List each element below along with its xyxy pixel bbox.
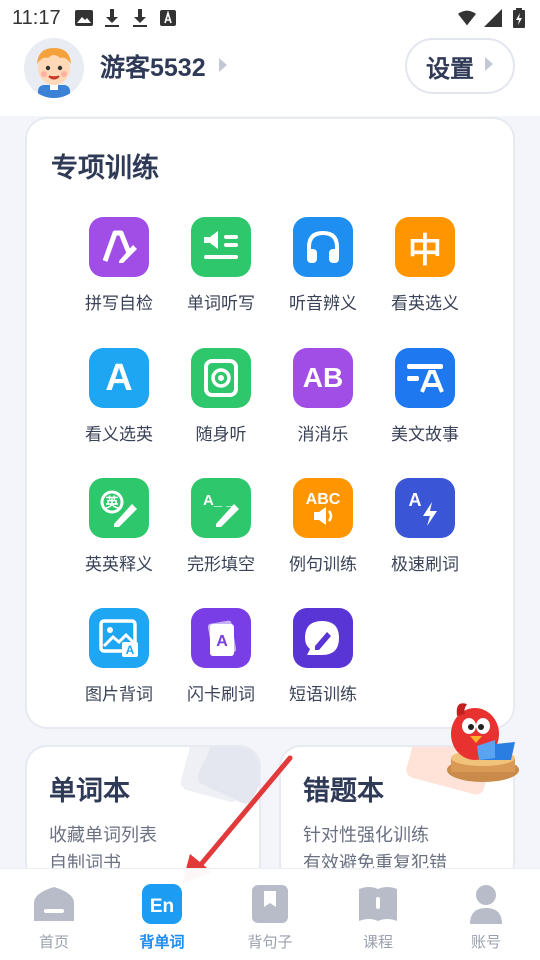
nav-label: 首页	[38, 933, 69, 951]
nav-label: 课程	[362, 933, 393, 951]
wordbook-card[interactable]: 单词本 收藏单词列表 自制词书	[25, 745, 261, 885]
wordbook-title: 单词本	[49, 776, 130, 807]
bolt-letter: A	[409, 490, 422, 510]
tile-cloze[interactable]: A_ _ 完形填空	[170, 478, 272, 575]
story-icon	[395, 348, 455, 408]
tile-label: 听音辨义	[289, 294, 357, 314]
status-time: 11:17	[12, 6, 61, 29]
mistakes-desc-1: 针对性强化训练	[303, 825, 429, 846]
tile-label: 消消乐	[297, 425, 349, 445]
download-icon	[103, 9, 121, 27]
tile-match-game[interactable]: AB 消消乐	[272, 348, 374, 445]
letter-a-text: A	[105, 356, 133, 399]
book-icon	[357, 883, 399, 925]
bottom-nav: 首页 En 背单词 背句子 课程 账号	[0, 868, 540, 960]
tile-meaning-to-english[interactable]: A 看义选英	[68, 348, 170, 445]
download-icon	[131, 9, 149, 27]
system-icons	[458, 8, 528, 28]
speaker-icon	[191, 348, 251, 408]
tile-label: 看义选英	[85, 425, 153, 445]
caret-right-icon[interactable]	[218, 57, 228, 77]
user-icon	[465, 883, 507, 925]
lightning-icon: A	[395, 478, 455, 538]
en-text: En	[150, 896, 174, 917]
settings-button[interactable]: 设置	[405, 38, 515, 94]
tile-label: 图片背词	[85, 685, 153, 705]
headphones-icon	[293, 217, 353, 277]
nav-label: 背单词	[139, 933, 185, 951]
picture-letter: A	[126, 643, 135, 657]
cartoon-boy-avatar-icon	[24, 38, 84, 98]
avatar[interactable]	[24, 38, 84, 98]
cloze-text: A_ _	[203, 492, 235, 509]
training-grid: 拼写自检 单词听写 听音辨义 中 看英选义 A 看义选英 随身听 AB 消消乐 …	[27, 119, 513, 727]
abc-sound-icon: ABC	[293, 478, 353, 538]
font-icon	[159, 9, 177, 27]
nav-home[interactable]: 首页	[9, 869, 99, 960]
notification-icons	[74, 9, 177, 27]
special-training-card: 专项训练 拼写自检 单词听写 听音辨义 中 看英选义 A 看义选英 随身听 AB…	[25, 117, 515, 729]
letter-a-icon: A	[89, 348, 149, 408]
flashcard-icon: A	[191, 608, 251, 668]
nav-label: 账号	[470, 933, 501, 951]
chinese-char-icon: 中	[395, 217, 455, 277]
tile-flashcards[interactable]: A 闪卡刷词	[170, 608, 272, 705]
nav-words[interactable]: En 背单词	[117, 869, 207, 960]
tile-portable-listen[interactable]: 随身听	[170, 348, 272, 445]
nav-sentences[interactable]: 背句子	[225, 869, 315, 960]
tile-phrase-training[interactable]: 短语训练	[272, 608, 374, 705]
nav-account[interactable]: 账号	[441, 869, 531, 960]
home-icon	[33, 883, 75, 925]
ab-icon: AB	[293, 348, 353, 408]
tile-sentence-training[interactable]: ABC 例句训练	[272, 478, 374, 575]
tile-label: 拼写自检	[85, 294, 153, 314]
tile-label: 英英释义	[85, 555, 153, 575]
tile-label: 完形填空	[187, 555, 255, 575]
image-icon	[74, 9, 93, 27]
abc-text: ABC	[306, 491, 341, 508]
tile-label: 例句训练	[289, 555, 357, 575]
spelling-pen-icon	[89, 217, 149, 277]
dictation-icon	[191, 217, 251, 277]
tile-picture-words[interactable]: A 图片背词	[68, 608, 170, 705]
status-bar: 11:17	[0, 0, 540, 36]
wordbook-desc-1: 收藏单词列表	[49, 825, 157, 846]
nav-courses[interactable]: 课程	[333, 869, 423, 960]
nav-label: 背句子	[247, 933, 293, 951]
tile-label: 美文故事	[391, 425, 459, 445]
tile-label: 随身听	[195, 425, 247, 445]
en-icon: En	[141, 883, 183, 925]
ying-char: 英	[104, 495, 119, 511]
tile-label: 看英选义	[391, 294, 459, 314]
chat-edit-icon	[293, 608, 353, 668]
flashcard-letter: A	[216, 633, 228, 650]
tile-english-to-meaning[interactable]: 中 看英选义	[374, 217, 476, 314]
battery-charging-icon	[510, 8, 528, 28]
tile-speed-words[interactable]: A 极速刷词	[374, 478, 476, 575]
username[interactable]: 游客5532	[100, 48, 206, 84]
signal-icon	[484, 9, 502, 27]
tile-word-dictation[interactable]: 单词听写	[170, 217, 272, 314]
wifi-icon	[458, 9, 476, 27]
tile-label: 单词听写	[187, 294, 255, 314]
decorative-cards-shape	[180, 747, 259, 804]
bookmark-icon	[249, 883, 291, 925]
english-edit-icon: 英	[89, 478, 149, 538]
tile-stories[interactable]: 美文故事	[374, 348, 476, 445]
tile-listen-meaning[interactable]: 听音辨义	[272, 217, 374, 314]
picture-icon: A	[89, 608, 149, 668]
ab-text: AB	[302, 362, 344, 393]
tile-label: 短语训练	[289, 685, 357, 705]
mascot	[437, 696, 525, 786]
settings-label: 设置	[426, 54, 474, 83]
cloze-icon: A_ _	[191, 478, 251, 538]
tile-spelling-check[interactable]: 拼写自检	[68, 217, 170, 314]
caret-right-icon	[484, 56, 494, 76]
red-bird-reading-icon	[447, 703, 519, 782]
tile-label: 极速刷词	[391, 555, 459, 575]
tile-english-definition[interactable]: 英 英英释义	[68, 478, 170, 575]
mistakes-title: 错题本	[303, 776, 384, 807]
chinese-char-text: 中	[408, 230, 442, 271]
tile-label: 闪卡刷词	[187, 685, 255, 705]
